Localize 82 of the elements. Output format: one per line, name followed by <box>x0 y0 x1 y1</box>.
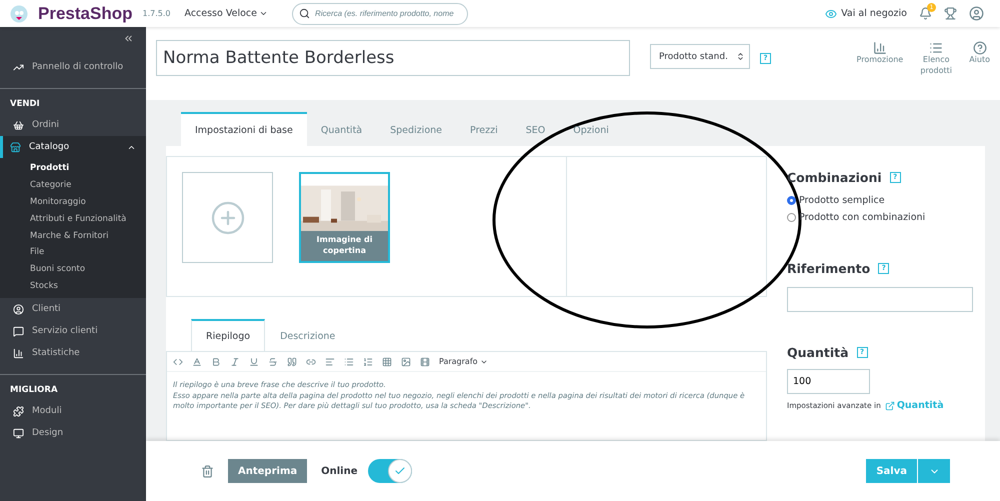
reference-field[interactable] <box>787 287 973 312</box>
caret-icon <box>258 9 268 18</box>
align-icon[interactable] <box>325 356 335 366</box>
search-field[interactable]: Ricerca (es. riferimento prodotto, nome <box>292 2 468 24</box>
code-icon[interactable] <box>173 356 183 366</box>
strikethrough-icon[interactable] <box>268 356 278 366</box>
nav-subitem[interactable]: Buoni sconto <box>0 260 146 278</box>
nav-subitem[interactable]: Marche & Fornitori <box>0 227 146 244</box>
account-icon[interactable] <box>969 6 984 21</box>
search-icon <box>298 8 310 18</box>
plus-icon <box>210 200 246 236</box>
brand-name: PrestaShop <box>38 4 132 24</box>
underline-icon[interactable] <box>249 356 259 366</box>
nav-item[interactable]: Clienti <box>0 298 146 320</box>
trash-icon[interactable] <box>201 464 214 478</box>
section-title: Riferimento <box>787 261 870 276</box>
bullet-list-icon[interactable] <box>344 356 354 366</box>
store-icon <box>10 142 21 152</box>
basket-icon <box>13 120 24 130</box>
link-icon[interactable] <box>306 356 316 366</box>
image-icon[interactable] <box>401 356 411 366</box>
nav-item[interactable]: Servizio clienti <box>0 320 146 342</box>
quick-access-menu[interactable]: Accesso Veloce <box>184 8 268 19</box>
italic-icon[interactable] <box>230 356 240 366</box>
logo-icon <box>10 4 28 22</box>
preview-button[interactable]: Anteprima <box>228 459 308 483</box>
chart-icon[interactable] <box>872 41 887 56</box>
chart-icon <box>13 348 24 359</box>
online-toggle[interactable] <box>368 459 412 483</box>
nav-item[interactable]: Ordini <box>0 114 146 136</box>
tab[interactable]: Quantità <box>306 112 376 146</box>
video-icon[interactable] <box>420 356 430 366</box>
toolbar-action[interactable]: Promozione <box>856 55 904 66</box>
tab[interactable]: Impostazioni di base <box>181 112 307 146</box>
radio-option[interactable]: Prodotto semplice <box>787 195 975 206</box>
tab[interactable]: Prezzi <box>456 112 512 146</box>
nav-item[interactable]: Design <box>0 422 146 444</box>
toolbar-action[interactable]: Elenco prodotti <box>911 55 962 76</box>
user-icon <box>13 304 24 315</box>
quantity-field[interactable]: 100 <box>787 369 870 394</box>
tab[interactable]: SEO <box>512 112 560 146</box>
online-label: Online <box>321 466 358 476</box>
check-icon <box>394 465 406 477</box>
nav-subitem[interactable]: Attributi e Funzionalità <box>0 210 146 228</box>
version-text: 1.7.5.0 <box>142 9 170 18</box>
external-link-icon <box>884 400 895 410</box>
format-dropdown[interactable]: Paragrafo <box>439 357 488 366</box>
editor-tab[interactable]: Riepilogo <box>191 319 266 352</box>
list-icon[interactable] <box>929 41 944 56</box>
eye-icon <box>825 8 838 20</box>
nav-item[interactable]: Statistiche <box>0 342 146 364</box>
add-image-tile[interactable] <box>182 172 273 263</box>
table-icon[interactable] <box>382 356 392 366</box>
nav-subitem[interactable]: Monitoraggio <box>0 194 146 210</box>
trophy-icon[interactable] <box>944 7 957 20</box>
nav-subitem[interactable]: File <box>0 244 146 261</box>
tab[interactable]: Opzioni <box>559 112 623 146</box>
nav-item[interactable]: Pannello di controllo <box>0 56 146 78</box>
toolbar-action[interactable]: Aiuto <box>969 55 990 66</box>
help-icon[interactable] <box>972 41 987 56</box>
tab[interactable]: Spedizione <box>376 112 456 146</box>
numbered-list-icon[interactable] <box>363 356 373 366</box>
cover-caption: Immagine di copertina <box>301 231 388 261</box>
bold-icon[interactable] <box>211 356 221 366</box>
product-type-select[interactable]: Prodotto stand. <box>650 44 750 69</box>
nav-subitem[interactable]: Stocks <box>0 278 146 294</box>
bell-icon[interactable] <box>919 7 932 20</box>
collapse-icon[interactable] <box>123 33 134 44</box>
updown-icon <box>736 52 745 61</box>
monitor-icon <box>13 428 24 439</box>
nav-item[interactable]: Catalogo <box>0 136 146 158</box>
section-title: Quantità <box>787 345 849 360</box>
shop-link[interactable]: Vai al negozio <box>825 8 907 20</box>
quote-icon[interactable] <box>287 356 297 366</box>
puzzle-icon <box>13 406 24 417</box>
text-color-icon[interactable] <box>192 356 202 366</box>
product-name-field[interactable]: Norma Battente Borderless <box>156 40 630 76</box>
cover-image-tile[interactable]: Immagine di copertina <box>299 172 390 263</box>
nav-item[interactable]: Moduli <box>0 400 146 422</box>
nav-subitem[interactable]: Prodotti <box>0 160 146 177</box>
chat-icon <box>13 326 24 337</box>
nav-subitem[interactable]: Categorie <box>0 176 146 194</box>
